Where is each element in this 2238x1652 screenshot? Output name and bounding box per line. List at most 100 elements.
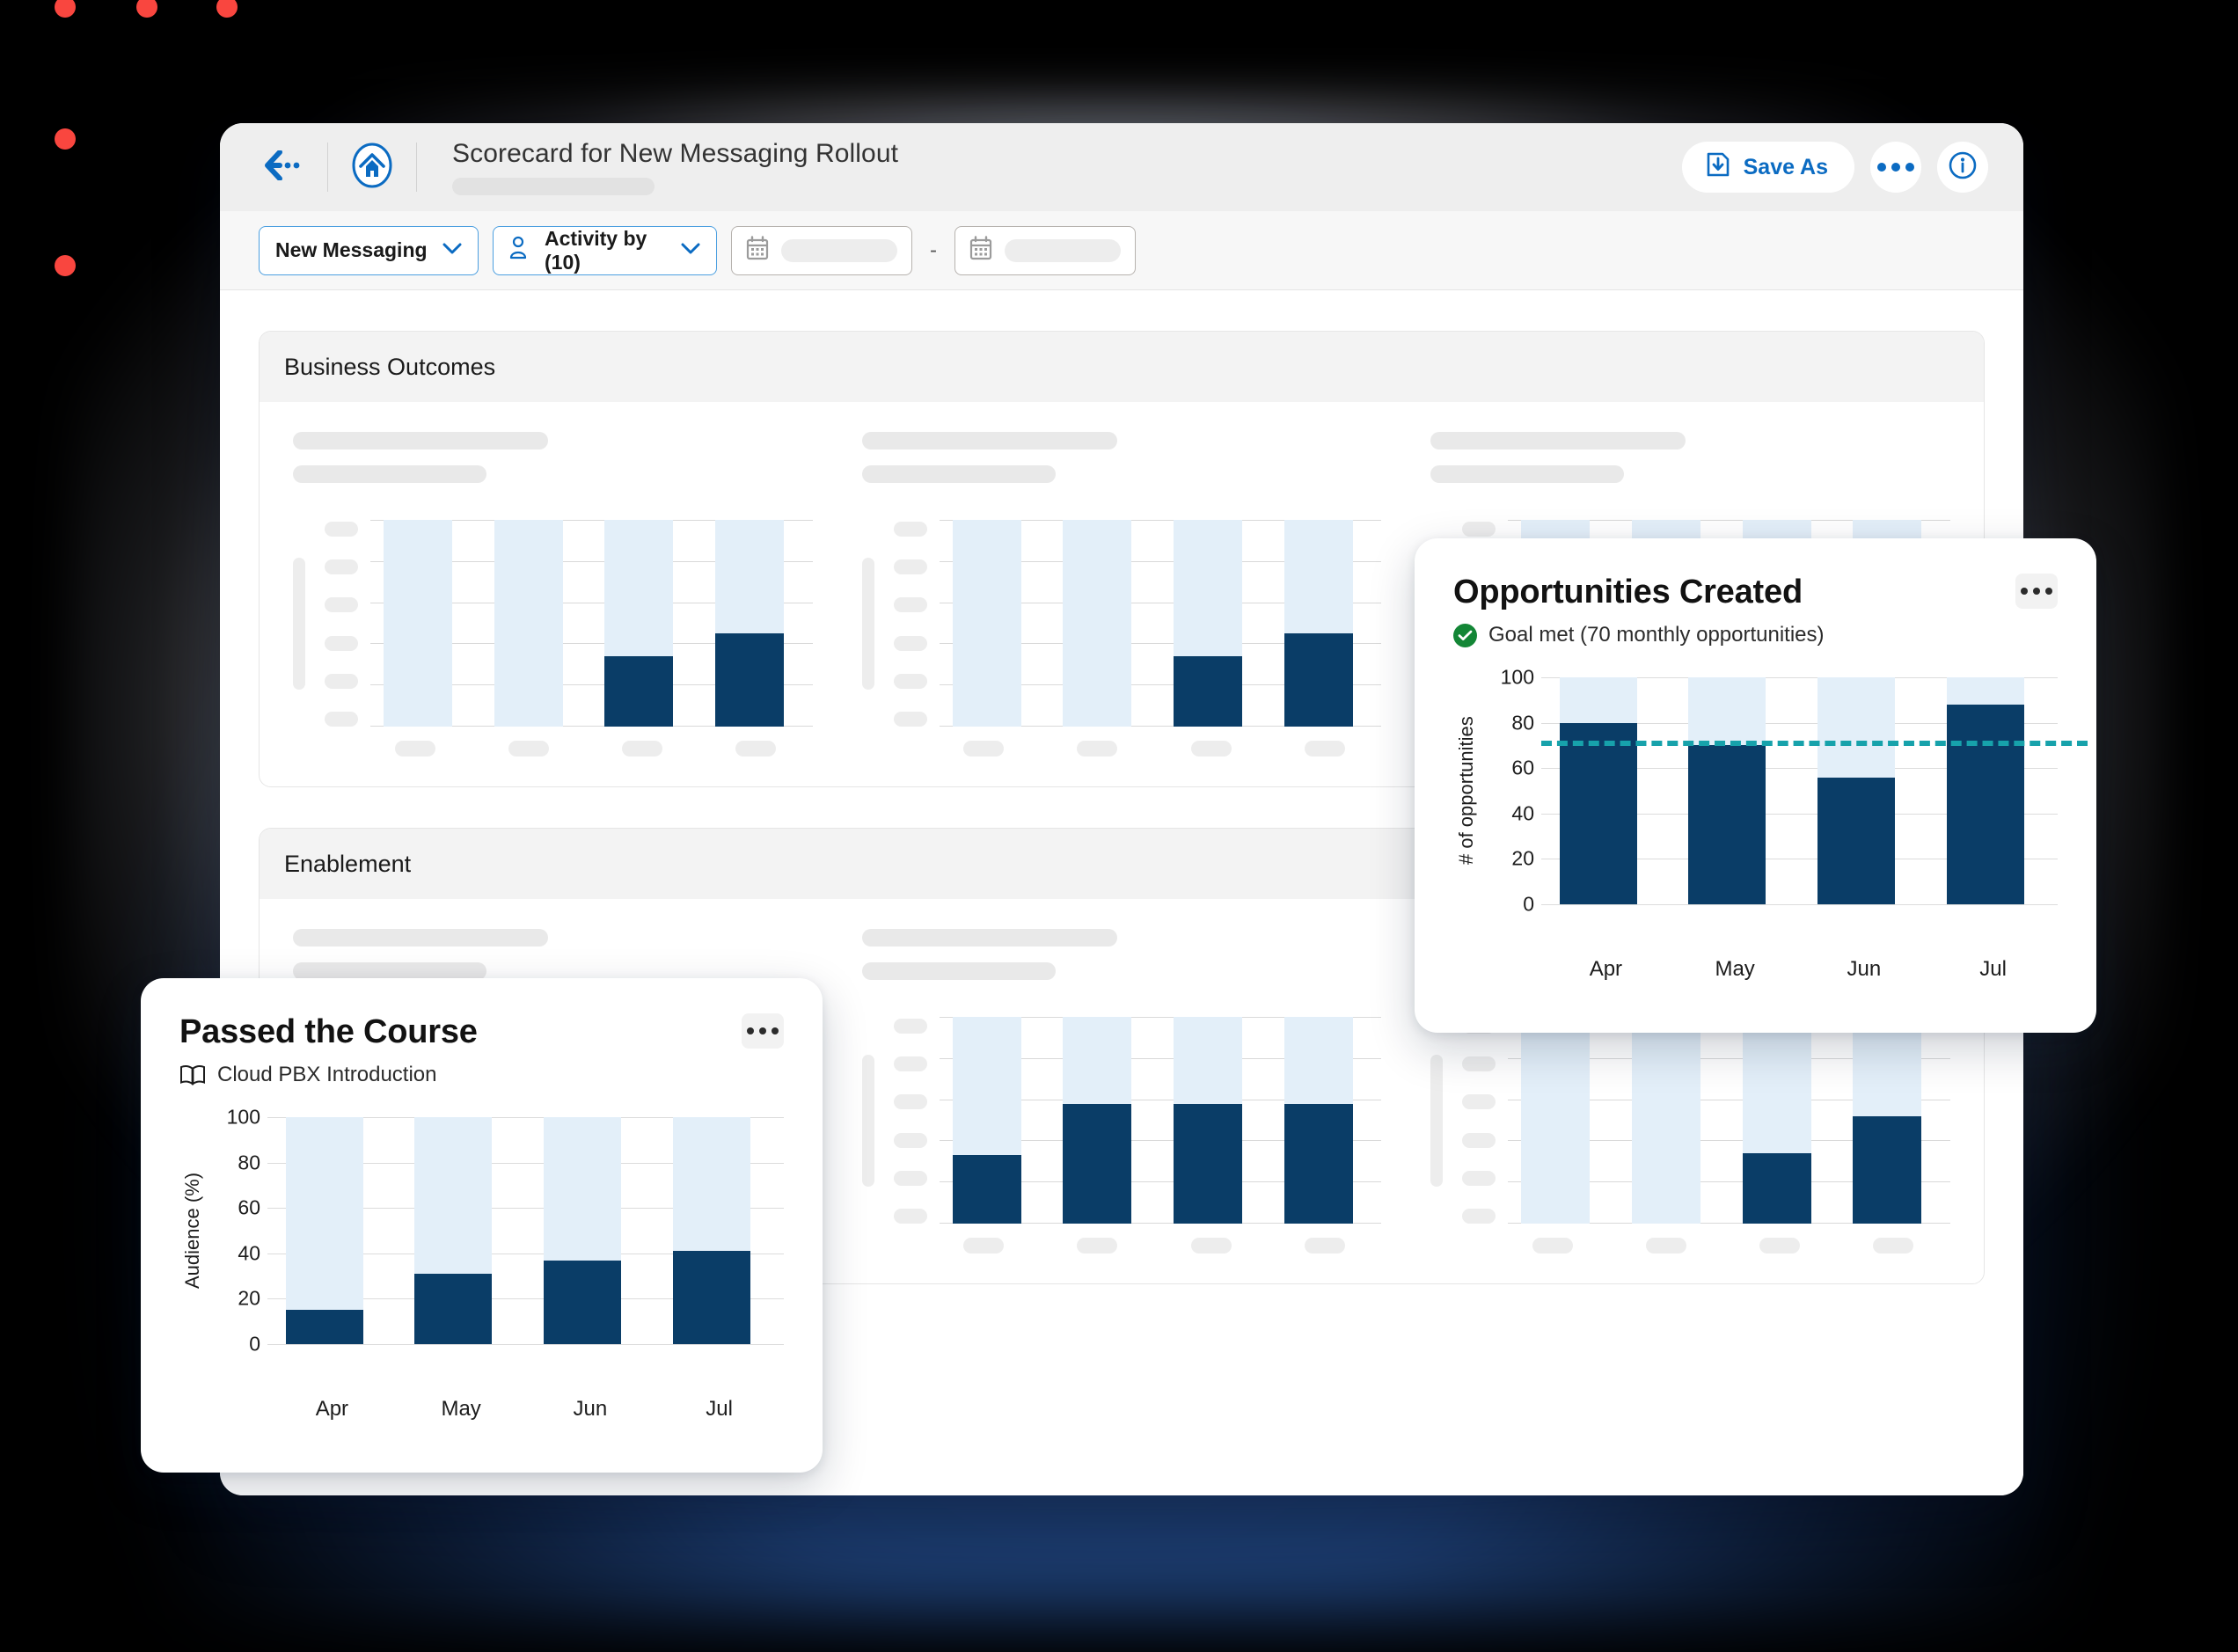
- y-axis-title: Audience (%): [181, 1172, 203, 1290]
- skeleton-x-labels: [1430, 1238, 1950, 1254]
- save-download-icon: [1705, 151, 1731, 184]
- more-options-icon: [747, 1027, 754, 1034]
- x-tick: Apr: [1589, 957, 1623, 981]
- card-opportunities-created[interactable]: Opportunities Created Goal met (70 month…: [1415, 538, 2096, 1033]
- y-axis-ticks: 100 80 60 40 20 0: [1480, 666, 1534, 916]
- skeleton-chart-card[interactable]: [837, 929, 1407, 1254]
- decor-dot: [216, 0, 238, 18]
- bar-column: [1271, 1017, 1382, 1224]
- plot-area: [1508, 1017, 1951, 1224]
- card-more-options-button[interactable]: [2015, 574, 2058, 609]
- y-axis-title: # of opportunities: [1455, 716, 1477, 866]
- program-select[interactable]: New Messaging: [259, 225, 479, 275]
- date-end-field[interactable]: [954, 225, 1136, 275]
- x-tick: Jul: [1979, 957, 2007, 981]
- app-header: Scorecard for New Messaging Rollout Save…: [220, 123, 2023, 211]
- activity-select[interactable]: Activity by (10): [493, 225, 717, 275]
- bar-column: [1839, 1017, 1950, 1224]
- bar-column: [702, 520, 813, 727]
- skeleton-chart-card[interactable]: [268, 432, 837, 757]
- skeleton-y-axis-title: [861, 557, 874, 690]
- x-axis-labels: Apr May Jun Jul: [1453, 957, 2058, 982]
- skeleton-x-labels: [862, 741, 1382, 757]
- y-tick: 20: [1511, 846, 1534, 870]
- skeleton-y-ticks: [893, 520, 927, 727]
- bar-column-jun: [1800, 677, 1929, 904]
- card-more-options-button[interactable]: [742, 1013, 784, 1049]
- skeleton-subtitle: [1430, 465, 1625, 483]
- plot-area: [939, 520, 1382, 727]
- page-root: Scorecard for New Messaging Rollout Save…: [0, 0, 2238, 1652]
- bar-column: [1160, 520, 1271, 727]
- section-title: Business Outcomes: [260, 332, 1984, 402]
- card-header: Opportunities Created Goal met (70 month…: [1453, 574, 2058, 647]
- skeleton-x-labels: [862, 1238, 1382, 1254]
- back-button[interactable]: [259, 143, 308, 192]
- skeleton-y-ticks: [325, 520, 358, 727]
- card-passed-the-course[interactable]: Passed the Course Cloud PBX Introduction…: [141, 978, 823, 1473]
- card-status: Goal met (70 monthly opportunities): [1453, 623, 1825, 647]
- card-header: Passed the Course Cloud PBX Introduction: [179, 1013, 784, 1087]
- date-range-separator: -: [930, 238, 937, 262]
- people-icon: [509, 236, 532, 266]
- bar-column: [591, 520, 702, 727]
- x-tick: May: [1715, 957, 1755, 981]
- skeleton-y-axis-title: [861, 1054, 874, 1187]
- bar-column: [1619, 1017, 1730, 1224]
- program-select-value: New Messaging: [275, 238, 428, 261]
- bars: [1508, 1017, 1950, 1224]
- bar-column: [1730, 1017, 1840, 1224]
- skeleton-x-labels: [293, 741, 813, 757]
- skeleton-title: [293, 432, 548, 450]
- skeleton-y-ticks: [1462, 1017, 1496, 1224]
- decor-dot: [55, 255, 76, 276]
- skeleton-chart: [861, 520, 1382, 727]
- card-title: Passed the Course: [179, 1013, 478, 1050]
- date-start-input[interactable]: [781, 238, 897, 262]
- y-tick: 40: [238, 1241, 260, 1265]
- y-tick: 80: [238, 1151, 260, 1174]
- skeleton-title: [861, 432, 1117, 450]
- bar-column-apr: [1541, 677, 1671, 904]
- x-tick: May: [441, 1397, 481, 1421]
- info-button[interactable]: [1937, 142, 1988, 193]
- y-tick: 40: [1511, 801, 1534, 825]
- header-actions: Save As: [1681, 142, 1988, 193]
- x-tick: Apr: [315, 1397, 349, 1421]
- home-button[interactable]: [347, 143, 397, 192]
- bars: [940, 520, 1382, 727]
- chevron-down-icon: [442, 240, 462, 260]
- y-tick: 60: [1511, 756, 1534, 779]
- card-subtitle: Cloud PBX Introduction: [179, 1063, 478, 1087]
- calendar-icon: [969, 236, 992, 265]
- x-tick: Jun: [1847, 957, 1882, 981]
- save-as-button[interactable]: Save As: [1681, 142, 1854, 193]
- info-icon: [1947, 150, 1978, 186]
- date-end-input[interactable]: [1005, 238, 1121, 262]
- skeleton-y-ticks: [893, 1017, 927, 1224]
- bar-column: [481, 520, 592, 727]
- y-tick: 20: [238, 1286, 260, 1310]
- page-title: Scorecard for New Messaging Rollout: [452, 139, 899, 168]
- y-tick: 80: [1511, 711, 1534, 735]
- header-title-block: Scorecard for New Messaging Rollout: [452, 139, 898, 195]
- skeleton-chart-card[interactable]: [837, 432, 1407, 757]
- plot-area: [939, 1017, 1382, 1224]
- book-icon: [179, 1064, 206, 1086]
- skeleton-y-axis-title: [293, 557, 305, 690]
- y-tick: 0: [249, 1332, 260, 1356]
- skeleton-subtitle: [861, 465, 1056, 483]
- decor-dot: [136, 0, 157, 18]
- more-options-icon: [2021, 588, 2028, 595]
- card-title: Opportunities Created: [1453, 574, 1803, 610]
- bar-column-apr: [267, 1117, 397, 1344]
- y-tick: 100: [226, 1105, 260, 1129]
- card-status-label: Goal met (70 monthly opportunities): [1488, 623, 1825, 647]
- y-tick: 100: [1500, 665, 1534, 689]
- header-subtitle-placeholder: [452, 178, 655, 195]
- more-options-button[interactable]: [1870, 142, 1921, 193]
- bar-column: [1508, 1017, 1619, 1224]
- bar-column-may: [397, 1117, 526, 1344]
- bar-column: [1050, 1017, 1160, 1224]
- date-start-field[interactable]: [731, 225, 912, 275]
